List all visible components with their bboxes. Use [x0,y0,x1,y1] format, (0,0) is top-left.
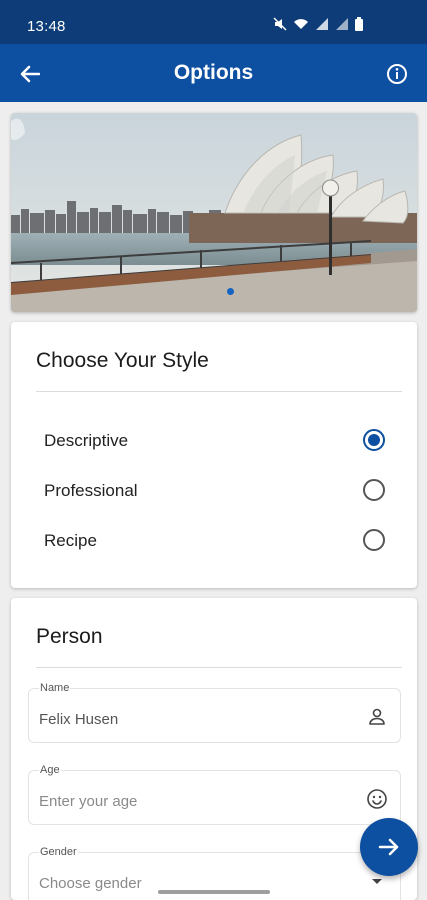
divider [36,391,402,392]
gender-field-placeholder[interactable]: Choose gender [39,875,142,892]
mute-icon [273,17,287,31]
status-time: 13:48 [27,18,66,35]
name-field[interactable]: Name Felix Husen [28,682,401,743]
battery-icon [355,17,363,31]
arrow-forward-icon [378,838,399,856]
carousel-indicator[interactable] [227,288,234,295]
signal-icon [336,18,348,30]
radio-label: Descriptive [44,431,129,450]
style-card: Choose Your Style Descriptive Profession… [11,322,417,588]
name-field-value[interactable]: Felix Husen [39,711,118,728]
person-card: Person Name Felix Husen Age Enter your a… [11,598,417,900]
hero-image[interactable] [11,113,417,312]
radio-button[interactable] [363,479,385,501]
page-title: Options [173,61,254,84]
age-field-placeholder[interactable]: Enter your age [39,793,137,810]
info-button[interactable] [381,58,413,90]
info-icon [387,64,407,84]
app-bar: Options [0,44,427,102]
status-icons [273,17,363,31]
age-field[interactable]: Age Enter your age [28,764,401,825]
radio-option-professional[interactable]: Professional [11,470,417,514]
gender-field-label: Gender [39,846,78,858]
style-card-title: Choose Your Style [36,349,209,372]
home-indicator[interactable] [158,890,270,894]
sydney-opera-house-photo [11,113,417,312]
radio-label: Professional [44,481,138,500]
radio-label: Recipe [44,531,97,550]
radio-option-recipe[interactable]: Recipe [11,520,417,564]
divider [36,667,402,668]
radio-button[interactable] [363,529,385,551]
wifi-icon [294,19,308,29]
radio-button-checked[interactable] [363,429,385,451]
name-field-label: Name [39,682,71,694]
status-bar: 13:48 [0,0,427,44]
person-icon [369,708,385,725]
radio-option-descriptive[interactable]: Descriptive [11,420,417,464]
person-card-title: Person [36,625,103,648]
age-field-label: Age [39,764,61,776]
smiley-icon [367,789,387,809]
next-button[interactable] [360,818,418,876]
signal-r-icon [316,18,328,30]
